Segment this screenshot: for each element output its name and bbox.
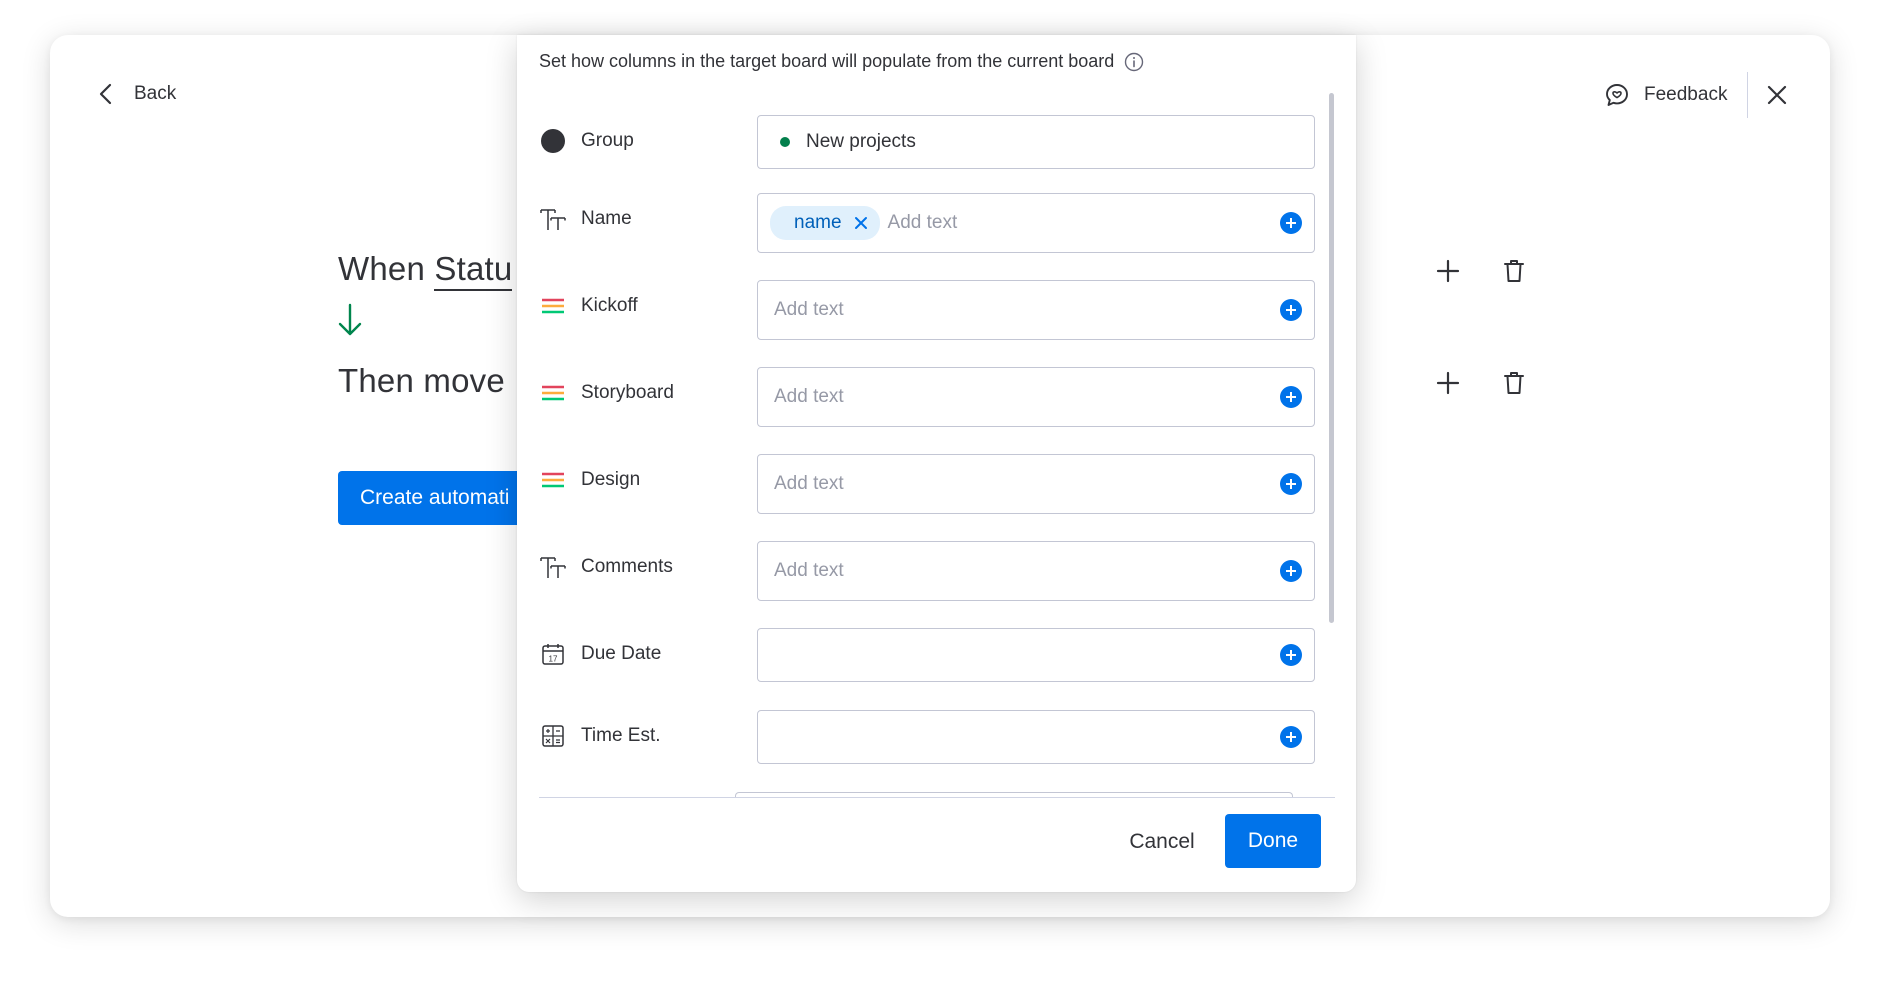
done-button[interactable]: Done — [1225, 814, 1321, 868]
remove-chip-icon[interactable] — [854, 216, 868, 230]
modal-description: Set how columns in the target board will… — [539, 51, 1144, 72]
kickoff-field-input[interactable]: Add text — [757, 280, 1315, 340]
formula-icon — [539, 722, 567, 750]
feedback-button[interactable]: Feedback — [1604, 82, 1727, 108]
chevron-left-icon — [99, 83, 112, 105]
group-color-dot — [780, 137, 790, 147]
info-icon[interactable] — [1124, 52, 1144, 72]
arrow-down-icon — [338, 303, 362, 336]
status-lines-icon — [539, 292, 567, 320]
feedback-label: Feedback — [1644, 84, 1728, 105]
recipe-action-sentence: Then move — [338, 362, 505, 399]
plus-icon[interactable] — [1435, 370, 1461, 396]
calendar-icon: 17 — [539, 640, 567, 668]
column-mapping-modal: Set how columns in the target board will… — [517, 35, 1356, 892]
recipe-trigger-sentence: When Statu — [338, 250, 513, 291]
field-label-name: Name — [539, 205, 632, 233]
back-button[interactable]: Back — [96, 82, 176, 106]
field-label-time-est: Time Est. — [539, 722, 661, 750]
add-dynamic-value-icon[interactable] — [1280, 299, 1302, 321]
name-field-placeholder: Add text — [887, 212, 958, 233]
group-select-value: New projects — [806, 131, 916, 152]
design-field-input[interactable]: Add text — [757, 454, 1315, 514]
name-token-chip[interactable]: name — [770, 206, 880, 240]
status-lines-icon — [539, 379, 567, 407]
add-dynamic-value-icon[interactable] — [1280, 560, 1302, 582]
plus-icon[interactable] — [1435, 258, 1461, 284]
field-label-due-date: 17 Due Date — [539, 640, 661, 668]
field-label-comments: Comments — [539, 553, 673, 581]
recipe-when-prefix: When — [338, 250, 426, 287]
time-est-field-input[interactable] — [757, 710, 1315, 764]
modal-scrollbar[interactable] — [1329, 93, 1334, 623]
add-dynamic-value-icon[interactable] — [1280, 386, 1302, 408]
trash-icon[interactable] — [1501, 258, 1527, 284]
header-divider — [1747, 72, 1748, 118]
modal-footer-divider — [539, 797, 1335, 798]
action-row-actions — [1435, 370, 1527, 396]
svg-text:17: 17 — [549, 655, 558, 664]
text-type-icon — [539, 553, 567, 581]
feedback-icon — [1606, 84, 1628, 106]
modal-description-text: Set how columns in the target board will… — [539, 51, 1115, 71]
close-icon[interactable] — [1764, 82, 1790, 108]
storyboard-field-input[interactable]: Add text — [757, 367, 1315, 427]
name-field-input[interactable]: name Add text — [757, 193, 1315, 253]
add-dynamic-value-icon[interactable] — [1280, 644, 1302, 666]
trigger-row-actions — [1435, 258, 1527, 284]
recipe-trigger-field[interactable]: Statu — [434, 250, 513, 291]
due-date-field-input[interactable] — [757, 628, 1315, 682]
field-label-design: Design — [539, 466, 640, 494]
text-type-icon — [539, 205, 567, 233]
add-dynamic-value-icon[interactable] — [1280, 473, 1302, 495]
trash-icon[interactable] — [1501, 370, 1527, 396]
status-lines-icon — [539, 466, 567, 494]
add-dynamic-value-icon[interactable] — [1280, 726, 1302, 748]
back-label: Back — [134, 83, 177, 104]
group-dot-icon — [539, 127, 567, 155]
field-label-storyboard: Storyboard — [539, 379, 674, 407]
create-automation-button[interactable]: Create automati — [338, 471, 538, 525]
group-select[interactable]: New projects — [757, 115, 1315, 169]
comments-field-input[interactable]: Add text — [757, 541, 1315, 601]
add-dynamic-value-icon[interactable] — [1280, 212, 1302, 234]
field-label-group: Group — [539, 127, 634, 155]
field-label-kickoff: Kickoff — [539, 292, 638, 320]
cancel-button[interactable]: Cancel — [1107, 815, 1217, 869]
